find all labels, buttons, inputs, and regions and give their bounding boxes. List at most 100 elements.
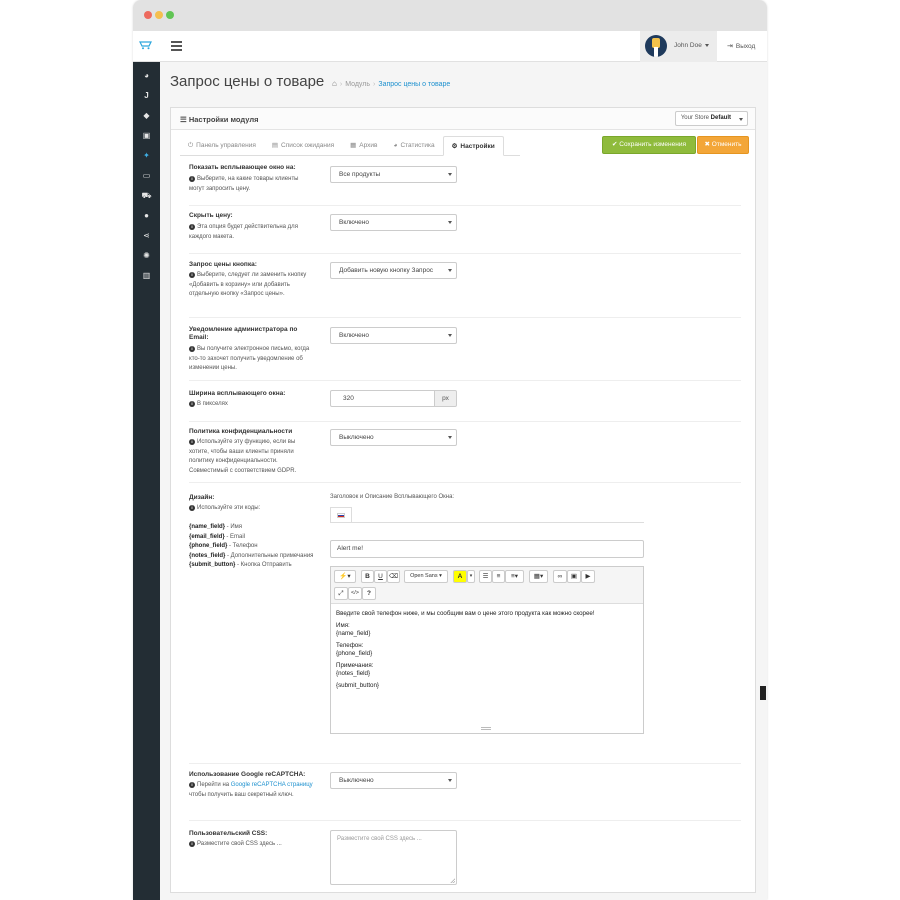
catalog-icon[interactable]: J (133, 86, 160, 106)
tab-archive[interactable]: ▦ Архив (342, 136, 385, 156)
editor-notes-code: {notes_field} (336, 670, 371, 677)
editor-content[interactable]: Введите свой телефон ниже, и мы сообщим … (331, 604, 643, 700)
custom-css-textarea[interactable]: Разместите свой CSS здесь ... (330, 830, 457, 885)
magic-wand-icon[interactable]: ⚡▾ (334, 570, 356, 583)
bold-icon[interactable]: B (361, 570, 374, 583)
extensions-icon[interactable]: ✦ (133, 146, 160, 166)
help-icon[interactable]: ? (362, 587, 376, 600)
tab-label: Панель управления (196, 142, 256, 149)
maximize-window-icon[interactable] (166, 11, 174, 19)
caret-down-icon (448, 173, 452, 176)
video-icon[interactable]: ▶ (581, 570, 595, 583)
image-icon[interactable]: ▣ (133, 126, 160, 146)
logo-icon[interactable] (139, 40, 153, 50)
code-view-icon[interactable]: </> (348, 587, 362, 600)
popup-on-select[interactable]: Все продукты (330, 166, 457, 183)
store-select[interactable]: Your Store Default (674, 111, 748, 126)
share-icon[interactable]: ⋖ (133, 226, 160, 246)
admin-notify-select[interactable]: Включено (330, 327, 457, 344)
user-menu[interactable]: John Doe (640, 31, 717, 62)
dashboard-icon[interactable]: ◕ (133, 66, 160, 86)
gear-icon: ⚙ (451, 143, 458, 150)
select-value: Выключено (339, 777, 374, 784)
top-navbar: John Doe ⇥ Выход (133, 31, 767, 62)
tab-settings[interactable]: ⚙ Настройки (442, 136, 504, 156)
home-icon[interactable]: ⌂ (332, 79, 337, 88)
field-label: Показать всплывающее окно на: (189, 164, 296, 171)
field-help: i Эта опция будет действительна для каждо… (189, 223, 314, 242)
select-value: Все продукты (339, 171, 381, 178)
field-popup-width: Ширина всплывающего окна: iВ пикселях 32… (189, 390, 741, 422)
privacy-select[interactable]: Выключено (330, 429, 457, 446)
desktop-icon[interactable]: ▭ (133, 166, 160, 186)
breadcrumb-current[interactable]: Запрос цены о товаре (378, 81, 450, 88)
help-text: Выберите, следует ли заменить кнопку «До… (189, 272, 307, 297)
close-icon: ✖ (704, 141, 712, 148)
editor-resize-handle[interactable] (481, 727, 491, 730)
hide-price-select[interactable]: Включено (330, 214, 457, 231)
editor-phone-label: Телефон: (336, 642, 364, 649)
price-button-select[interactable]: Добавить новую кнопку Запрос (330, 262, 457, 279)
editor-notes-label: Примечания: (336, 662, 374, 669)
popup-title-input[interactable]: Alert me! (330, 540, 644, 558)
fullscreen-icon[interactable]: ⤢ (334, 587, 348, 600)
sidebar: ◕ J ◆ ▣ ✦ ▭ ⛟ ● ⋖ ✺ ▥ (133, 62, 160, 900)
cart-icon[interactable]: ⛟ (133, 186, 160, 206)
close-window-icon[interactable] (144, 11, 152, 19)
recaptcha-select[interactable]: Выключено (330, 772, 457, 789)
font-family-select[interactable]: Open Sans ▾ (404, 570, 448, 583)
logout-link[interactable]: ⇥ Выход (727, 42, 755, 50)
editor-name-label: Имя: (336, 622, 350, 629)
underline-icon[interactable]: U (374, 570, 387, 583)
popup-width-input-group: 320 px (330, 390, 457, 407)
info-icon: i (189, 176, 195, 182)
page-title: Запрос цены о товаре (170, 73, 325, 90)
code-submit-button: {submit_button} (189, 562, 236, 568)
panel-heading: ☰ Настройки модуля Your Store Default (171, 108, 755, 130)
select-value: Включено (339, 219, 369, 226)
help-text: Используйте эту функцию, если вы хотите,… (189, 439, 297, 474)
tab-waitlist[interactable]: ▤ Список ожидания (264, 136, 342, 156)
popup-width-input[interactable]: 320 (330, 390, 435, 407)
help-text: В пикселях (197, 401, 228, 407)
caret-down-icon (448, 436, 452, 439)
settings-panel: ☰ Настройки модуля Your Store Default ⏻ П… (170, 107, 756, 893)
reports-icon[interactable]: ▥ (133, 266, 160, 286)
breadcrumb-module[interactable]: Модуль (345, 81, 370, 88)
link-icon[interactable]: ∞ (553, 570, 567, 583)
align-icon[interactable]: ≡▾ (505, 570, 524, 583)
code-desc: - Кнопка Отправить (235, 562, 292, 568)
editor-name-code: {name_field} (336, 630, 371, 637)
breadcrumb: ⌂ › Модуль › Запрос цены о товаре (332, 79, 451, 88)
cancel-button[interactable]: ✖ Отменить (697, 136, 749, 154)
color-dropdown-icon[interactable]: ▾ (467, 570, 475, 583)
language-tab[interactable] (330, 507, 352, 523)
table-icon[interactable]: ▦▾ (529, 570, 548, 583)
resize-grip-icon[interactable] (450, 878, 455, 883)
help-text: Разместите свой CSS здесь ... (197, 841, 282, 847)
settings-icon[interactable]: ✺ (133, 246, 160, 266)
menu-toggle-icon[interactable] (171, 41, 182, 51)
ordered-list-icon[interactable]: ≡ (492, 570, 505, 583)
list-icon: ▤ (271, 142, 279, 149)
tags-icon[interactable]: ◆ (133, 106, 160, 126)
cancel-label: Отменить (711, 141, 742, 148)
editor-toolbar: ⚡▾ B U ⌫ Open Sans ▾ A ▾ ☰ ≡ ≡▾ ▦▾ ∞ ▣ ▶ (331, 567, 643, 604)
field-help: i Используйте эти коды: {name_field} - Им… (189, 504, 314, 571)
tab-statistics[interactable]: ◕ Статистика (386, 136, 443, 156)
code-email-field: {email_field} (189, 533, 225, 540)
field-help: iВ пикселях (189, 400, 314, 410)
eraser-icon[interactable]: ⌫ (387, 570, 400, 583)
save-button[interactable]: ✔ Сохранить изменения (602, 136, 696, 154)
tab-dashboard[interactable]: ⏻ Панель управления (180, 136, 264, 156)
unordered-list-icon[interactable]: ☰ (479, 570, 492, 583)
minimize-window-icon[interactable] (155, 11, 163, 19)
user-icon[interactable]: ● (133, 206, 160, 226)
code-desc: - Email (224, 533, 246, 540)
picture-icon[interactable]: ▣ (567, 570, 581, 583)
recaptcha-link[interactable]: Google reCAPTCHA страницу (231, 782, 313, 788)
field-label: Запрос цены кнопка: (189, 261, 257, 268)
scrollbar-thumb[interactable] (760, 686, 766, 700)
save-label: Сохранить изменения (619, 141, 686, 148)
text-color-icon[interactable]: A (453, 570, 467, 583)
